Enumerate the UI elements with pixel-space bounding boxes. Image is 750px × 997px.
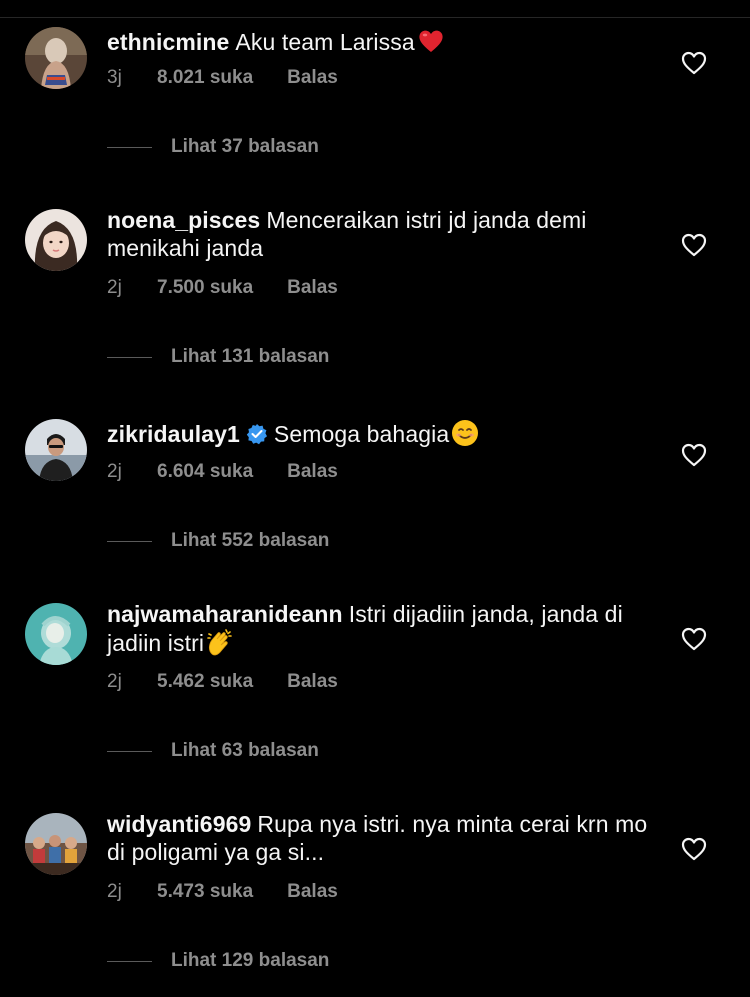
clapping-hands-emoji-icon <box>207 629 232 656</box>
view-replies-label[interactable]: Lihat 37 balasan <box>171 136 319 158</box>
replies-divider-line <box>107 147 152 148</box>
comment-text: zikridaulay1 Semoga bahagia <box>107 419 652 448</box>
comment-username[interactable]: noena_pisces <box>107 207 260 233</box>
like-heart-icon[interactable] <box>681 627 707 651</box>
comment-meta: 2j 7.500 suka Balas <box>107 277 338 299</box>
avatar[interactable] <box>25 813 87 875</box>
comment-time: 2j <box>107 277 122 298</box>
replies-divider-line <box>107 357 152 358</box>
reply-button[interactable]: Balas <box>287 671 338 693</box>
view-replies-label[interactable]: Lihat 63 balasan <box>171 740 319 762</box>
comment-time: 2j <box>107 881 122 902</box>
view-replies-label[interactable]: Lihat 552 balasan <box>171 530 329 552</box>
comment-likes[interactable]: 5.462 suka <box>157 671 253 693</box>
comment-meta: 3j 8.021 suka Balas <box>107 67 338 89</box>
reply-button[interactable]: Balas <box>287 881 338 903</box>
comment-text: najwamaharanideann Istri dijadiin janda, … <box>107 600 652 657</box>
avatar[interactable] <box>25 603 87 665</box>
comment-text: ethnicmine Aku team Larissa <box>107 27 652 56</box>
reply-button[interactable]: Balas <box>287 461 338 483</box>
replies-divider-line <box>107 541 152 542</box>
comment-username[interactable]: najwamaharanideann <box>107 601 343 627</box>
comment-text: noena_pisces Menceraikan istri jd janda d… <box>107 206 652 262</box>
red-heart-emoji-icon <box>419 30 443 52</box>
replies-divider-line <box>107 751 152 752</box>
comment-time: 2j <box>107 671 122 692</box>
view-replies-label[interactable]: Lihat 129 balasan <box>171 950 329 972</box>
view-replies-button[interactable]: Lihat 131 balasan <box>107 346 367 370</box>
comment-likes[interactable]: 6.604 suka <box>157 461 253 483</box>
comment-meta: 2j 5.473 suka Balas <box>107 881 338 903</box>
comment-meta: 2j 5.462 suka Balas <box>107 671 338 693</box>
comment-meta: 2j 6.604 suka Balas <box>107 461 338 483</box>
comment-time: 3j <box>107 67 122 88</box>
reply-button[interactable]: Balas <box>287 67 338 89</box>
reply-button[interactable]: Balas <box>287 277 338 299</box>
view-replies-button[interactable]: Lihat 129 balasan <box>107 950 367 974</box>
like-heart-icon[interactable] <box>681 443 707 467</box>
view-replies-button[interactable]: Lihat 63 balasan <box>107 740 367 764</box>
comment-likes[interactable]: 8.021 suka <box>157 67 253 89</box>
replies-divider-line <box>107 961 152 962</box>
comment-body: Aku team Larissa <box>235 29 415 55</box>
view-replies-label[interactable]: Lihat 131 balasan <box>171 346 329 368</box>
avatar[interactable] <box>25 209 87 271</box>
view-replies-button[interactable]: Lihat 37 balasan <box>107 136 367 160</box>
avatar[interactable] <box>25 419 87 481</box>
smiling-face-emoji-icon <box>452 420 479 446</box>
top-divider <box>0 17 750 18</box>
comment-body: Semoga bahagia <box>273 421 450 447</box>
comment-username[interactable]: ethnicmine <box>107 29 229 55</box>
like-heart-icon[interactable] <box>681 51 707 75</box>
comment-text: widyanti6969 Rupa nya istri. nya minta ce… <box>107 810 652 866</box>
comment-username[interactable]: zikridaulay1 <box>107 421 240 447</box>
verified-badge-icon <box>246 424 267 445</box>
comment-likes[interactable]: 7.500 suka <box>157 277 253 299</box>
like-heart-icon[interactable] <box>681 233 707 257</box>
avatar[interactable] <box>25 27 87 89</box>
comment-likes[interactable]: 5.473 suka <box>157 881 253 903</box>
like-heart-icon[interactable] <box>681 837 707 861</box>
view-replies-button[interactable]: Lihat 552 balasan <box>107 530 367 554</box>
comment-username[interactable]: widyanti6969 <box>107 811 251 837</box>
comment-time: 2j <box>107 461 122 482</box>
